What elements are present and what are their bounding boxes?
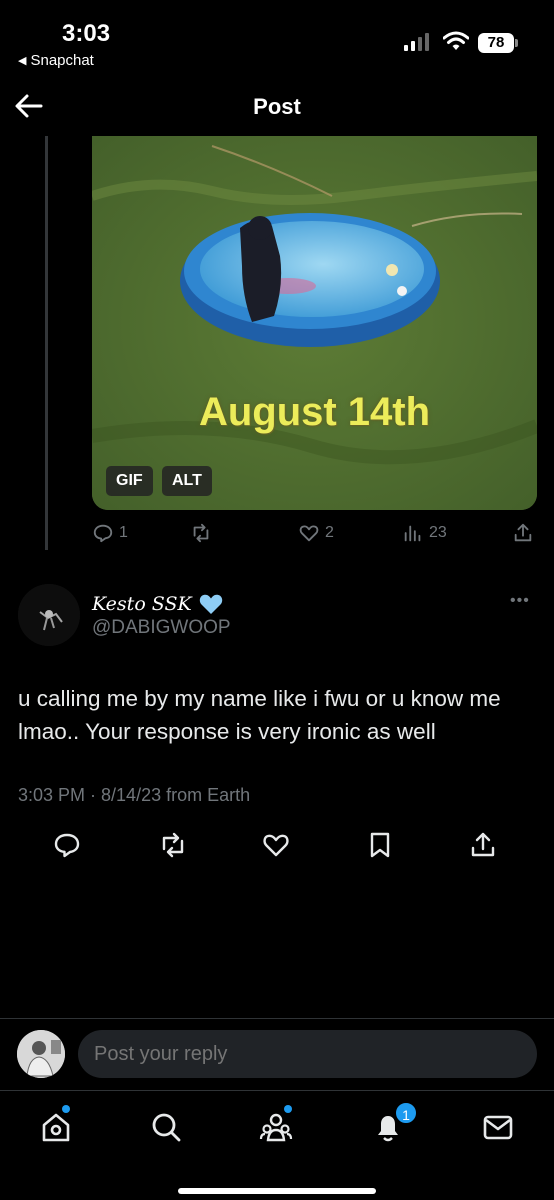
- messages-envelope-icon[interactable]: [480, 1109, 516, 1145]
- post-timestamp: 3:03 PM · 8/14/23 from Earth: [18, 785, 251, 805]
- reply-input[interactable]: [78, 1030, 537, 1078]
- repost-icon[interactable]: [158, 830, 188, 860]
- light-blue-heart-emoji-icon: [199, 594, 222, 614]
- communities-icon[interactable]: [258, 1109, 294, 1145]
- notifications-count-badge: 1: [394, 1101, 418, 1125]
- bottom-tab-bar: 1: [0, 1090, 554, 1200]
- home-icon[interactable]: [38, 1109, 74, 1145]
- more-options-icon[interactable]: •••: [510, 592, 534, 612]
- like-action[interactable]: 2: [298, 522, 334, 544]
- screen: 3:03 ◀ Snapchat 78 Post August 14th GIF …: [0, 0, 554, 1200]
- post-actions: [0, 830, 554, 864]
- communities-unread-dot: [284, 1105, 292, 1113]
- reply-count: 1: [119, 524, 128, 541]
- reply-bubble-icon[interactable]: [52, 830, 82, 860]
- share-icon: [514, 523, 532, 542]
- gif-caption-text: August 14th: [198, 390, 431, 434]
- reply-bubble-icon: [93, 524, 113, 543]
- clock: 3:03: [62, 20, 111, 47]
- avatar[interactable]: [18, 584, 80, 646]
- current-user-avatar: [17, 1030, 65, 1078]
- back-triangle-icon: ◀: [18, 55, 27, 67]
- reply-action[interactable]: 1: [92, 522, 128, 544]
- home-unread-dot: [62, 1105, 70, 1113]
- parent-post-actions: 1 2 23: [92, 522, 537, 552]
- heart-icon: [299, 525, 319, 542]
- back-to-app-link[interactable]: ◀ Snapchat: [18, 52, 94, 69]
- search-icon[interactable]: [148, 1109, 184, 1145]
- view-count: 23: [429, 524, 447, 541]
- share-action[interactable]: [512, 522, 534, 544]
- battery-nub: [515, 39, 518, 47]
- thread-connector-line: [45, 136, 48, 550]
- share-icon[interactable]: [468, 830, 498, 860]
- user-handle[interactable]: @DABIGWOOP: [92, 617, 231, 639]
- gif-frame-image: [92, 136, 537, 510]
- like-count: 2: [325, 524, 334, 541]
- bookmark-icon[interactable]: [365, 830, 395, 860]
- gif-media[interactable]: August 14th GIF ALT: [92, 136, 537, 510]
- heart-icon[interactable]: [261, 830, 291, 860]
- cellular-signal-icon: [404, 33, 429, 51]
- avatar-image: [18, 584, 80, 646]
- views-action[interactable]: 23: [402, 522, 447, 544]
- gif-badge: GIF: [106, 466, 153, 496]
- post-text: u calling me by my name like i fwu or u …: [18, 686, 501, 744]
- battery-indicator: 78: [478, 33, 514, 53]
- repost-icon: [193, 523, 209, 543]
- back-app-label: Snapchat: [30, 52, 94, 69]
- display-name[interactable]: Kesto SSK: [92, 592, 224, 616]
- composer-divider: [0, 1018, 554, 1019]
- page-title: Post: [253, 94, 301, 119]
- display-name-text: Kesto SSK: [92, 593, 192, 615]
- current-user-avatar-image: [17, 1030, 65, 1078]
- wifi-icon: [443, 31, 469, 50]
- status-bar: 3:03 ◀ Snapchat 78: [0, 0, 554, 72]
- analytics-bars-icon: [404, 525, 421, 542]
- repost-action[interactable]: [190, 522, 212, 544]
- home-indicator[interactable]: [178, 1188, 376, 1194]
- page-header: Post: [0, 80, 554, 132]
- alt-text-button[interactable]: ALT: [162, 466, 212, 496]
